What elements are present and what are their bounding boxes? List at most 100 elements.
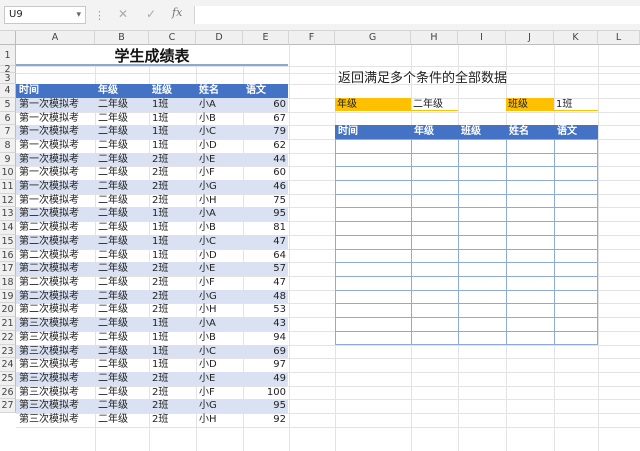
- table-cell: 57: [273, 263, 286, 274]
- criteria-value-grade[interactable]: 二年级: [411, 98, 458, 111]
- table-cell: 2班: [152, 414, 169, 425]
- row-header-7[interactable]: 7: [0, 125, 16, 139]
- column-header-j[interactable]: J: [506, 31, 554, 45]
- name-box-value: U9: [9, 9, 23, 20]
- table-cell: 第三次模拟考: [19, 373, 79, 384]
- table-cell: 1班: [152, 250, 169, 261]
- table-cell: 100: [266, 387, 286, 398]
- row-header-15[interactable]: 15: [0, 235, 16, 249]
- table-cell: 53: [273, 304, 286, 315]
- table-cell: 小D: [199, 359, 217, 370]
- table-cell: 二年级: [98, 277, 128, 288]
- formula-input[interactable]: [194, 6, 640, 24]
- row-header-22[interactable]: 22: [0, 331, 16, 345]
- table-cell: 第一次模拟考: [19, 99, 79, 110]
- column-header-b[interactable]: B: [95, 31, 149, 45]
- table-cell: 1班: [152, 346, 169, 357]
- row-header-5[interactable]: 5: [0, 98, 16, 112]
- row-header-27[interactable]: 27: [0, 399, 16, 413]
- table-cell: 小F: [199, 167, 215, 178]
- table-cell: 第一次模拟考: [19, 113, 79, 124]
- column-header-g[interactable]: G: [335, 31, 411, 45]
- table-cell: 2班: [152, 304, 169, 315]
- result-gridline-vertical: [411, 140, 412, 344]
- result-gridline-horizontal: [336, 303, 597, 304]
- select-all-corner[interactable]: [0, 31, 16, 45]
- row-header-4[interactable]: 4: [0, 84, 16, 98]
- row-header-10[interactable]: 10: [0, 166, 16, 180]
- table-cell: 二年级: [98, 414, 128, 425]
- table-cell: 第二次模拟考: [19, 304, 79, 315]
- insert-function-icon[interactable]: fx: [172, 6, 182, 19]
- row-header-3[interactable]: 3: [0, 73, 16, 84]
- table-cell: 小A: [199, 208, 216, 219]
- row-header-23[interactable]: 23: [0, 345, 16, 358]
- column-header-e[interactable]: E: [243, 31, 289, 45]
- criteria-label-class[interactable]: 班级: [506, 98, 554, 111]
- table-title: 学生成绩表: [16, 45, 288, 66]
- table-cell: 第二次模拟考: [19, 250, 79, 261]
- row-header-9[interactable]: 9: [0, 153, 16, 166]
- result-gridline-horizontal: [336, 317, 597, 318]
- table-cell: 第二次模拟考: [19, 291, 79, 302]
- row-header-21[interactable]: 21: [0, 317, 16, 331]
- result-gridline-horizontal: [336, 262, 597, 263]
- column-header-l[interactable]: L: [598, 31, 640, 45]
- table-cell: 第一次模拟考: [19, 140, 79, 151]
- row-header-19[interactable]: 19: [0, 290, 16, 303]
- name-box[interactable]: U9 ▾: [4, 6, 86, 24]
- gridline-horizontal: [16, 73, 640, 74]
- confirm-icon[interactable]: ✓: [146, 7, 156, 21]
- row-header-1[interactable]: 1: [0, 45, 16, 66]
- table-cell: 二年级: [98, 181, 128, 192]
- table-cell: 小H: [199, 304, 217, 315]
- column-header-h[interactable]: H: [411, 31, 458, 45]
- result-table[interactable]: [335, 139, 598, 345]
- criteria-label-grade[interactable]: 年级: [335, 98, 411, 111]
- table-cell: 二年级: [98, 346, 128, 357]
- column-header-i[interactable]: I: [458, 31, 506, 45]
- table-cell: 二年级: [98, 332, 128, 343]
- row-header-11[interactable]: 11: [0, 180, 16, 194]
- row-header-16[interactable]: 16: [0, 249, 16, 262]
- column-header-k[interactable]: K: [554, 31, 598, 45]
- criteria-value-class[interactable]: 1班: [554, 98, 598, 111]
- column-header-c[interactable]: C: [149, 31, 196, 45]
- table-cell: 1班: [152, 99, 169, 110]
- row-header-14[interactable]: 14: [0, 221, 16, 235]
- row-header-20[interactable]: 20: [0, 303, 16, 317]
- row-header-6[interactable]: 6: [0, 112, 16, 125]
- column-header-a[interactable]: A: [16, 31, 95, 45]
- row-header-8[interactable]: 8: [0, 139, 16, 153]
- table-cell: 46: [273, 181, 286, 192]
- column-header-d[interactable]: D: [196, 31, 243, 45]
- table-cell: 第三次模拟考: [19, 346, 79, 357]
- row-header-25[interactable]: 25: [0, 372, 16, 386]
- table-cell: 第一次模拟考: [19, 154, 79, 165]
- result-gridline-horizontal: [336, 166, 597, 167]
- row-header-18[interactable]: 18: [0, 276, 16, 290]
- table-cell: 2班: [152, 373, 169, 384]
- table-cell: 60: [273, 99, 286, 110]
- table-cell: 95: [273, 208, 286, 219]
- table-cell: 64: [273, 250, 286, 261]
- more-options-icon[interactable]: ⋮: [94, 9, 105, 22]
- table-cell: 2班: [152, 195, 169, 206]
- row-header-24[interactable]: 24: [0, 358, 16, 372]
- row-header-17[interactable]: 17: [0, 262, 16, 276]
- table-cell: 小B: [199, 332, 216, 343]
- row-header-2[interactable]: 2: [0, 65, 16, 74]
- table-cell: 小E: [199, 154, 216, 165]
- row-header-13[interactable]: 13: [0, 207, 16, 221]
- chevron-down-icon[interactable]: ▾: [76, 7, 81, 23]
- table-cell: 75: [273, 195, 286, 206]
- cancel-icon[interactable]: ✕: [118, 7, 128, 21]
- result-header-cell: 班级: [461, 126, 481, 137]
- table-cell: 二年级: [98, 208, 128, 219]
- column-header-f[interactable]: F: [289, 31, 335, 45]
- result-gridline-horizontal: [336, 331, 597, 332]
- row-header-12[interactable]: 12: [0, 194, 16, 207]
- row-header-26[interactable]: 26: [0, 386, 16, 399]
- table-cell: 44: [273, 154, 286, 165]
- gridline-vertical: [289, 45, 290, 451]
